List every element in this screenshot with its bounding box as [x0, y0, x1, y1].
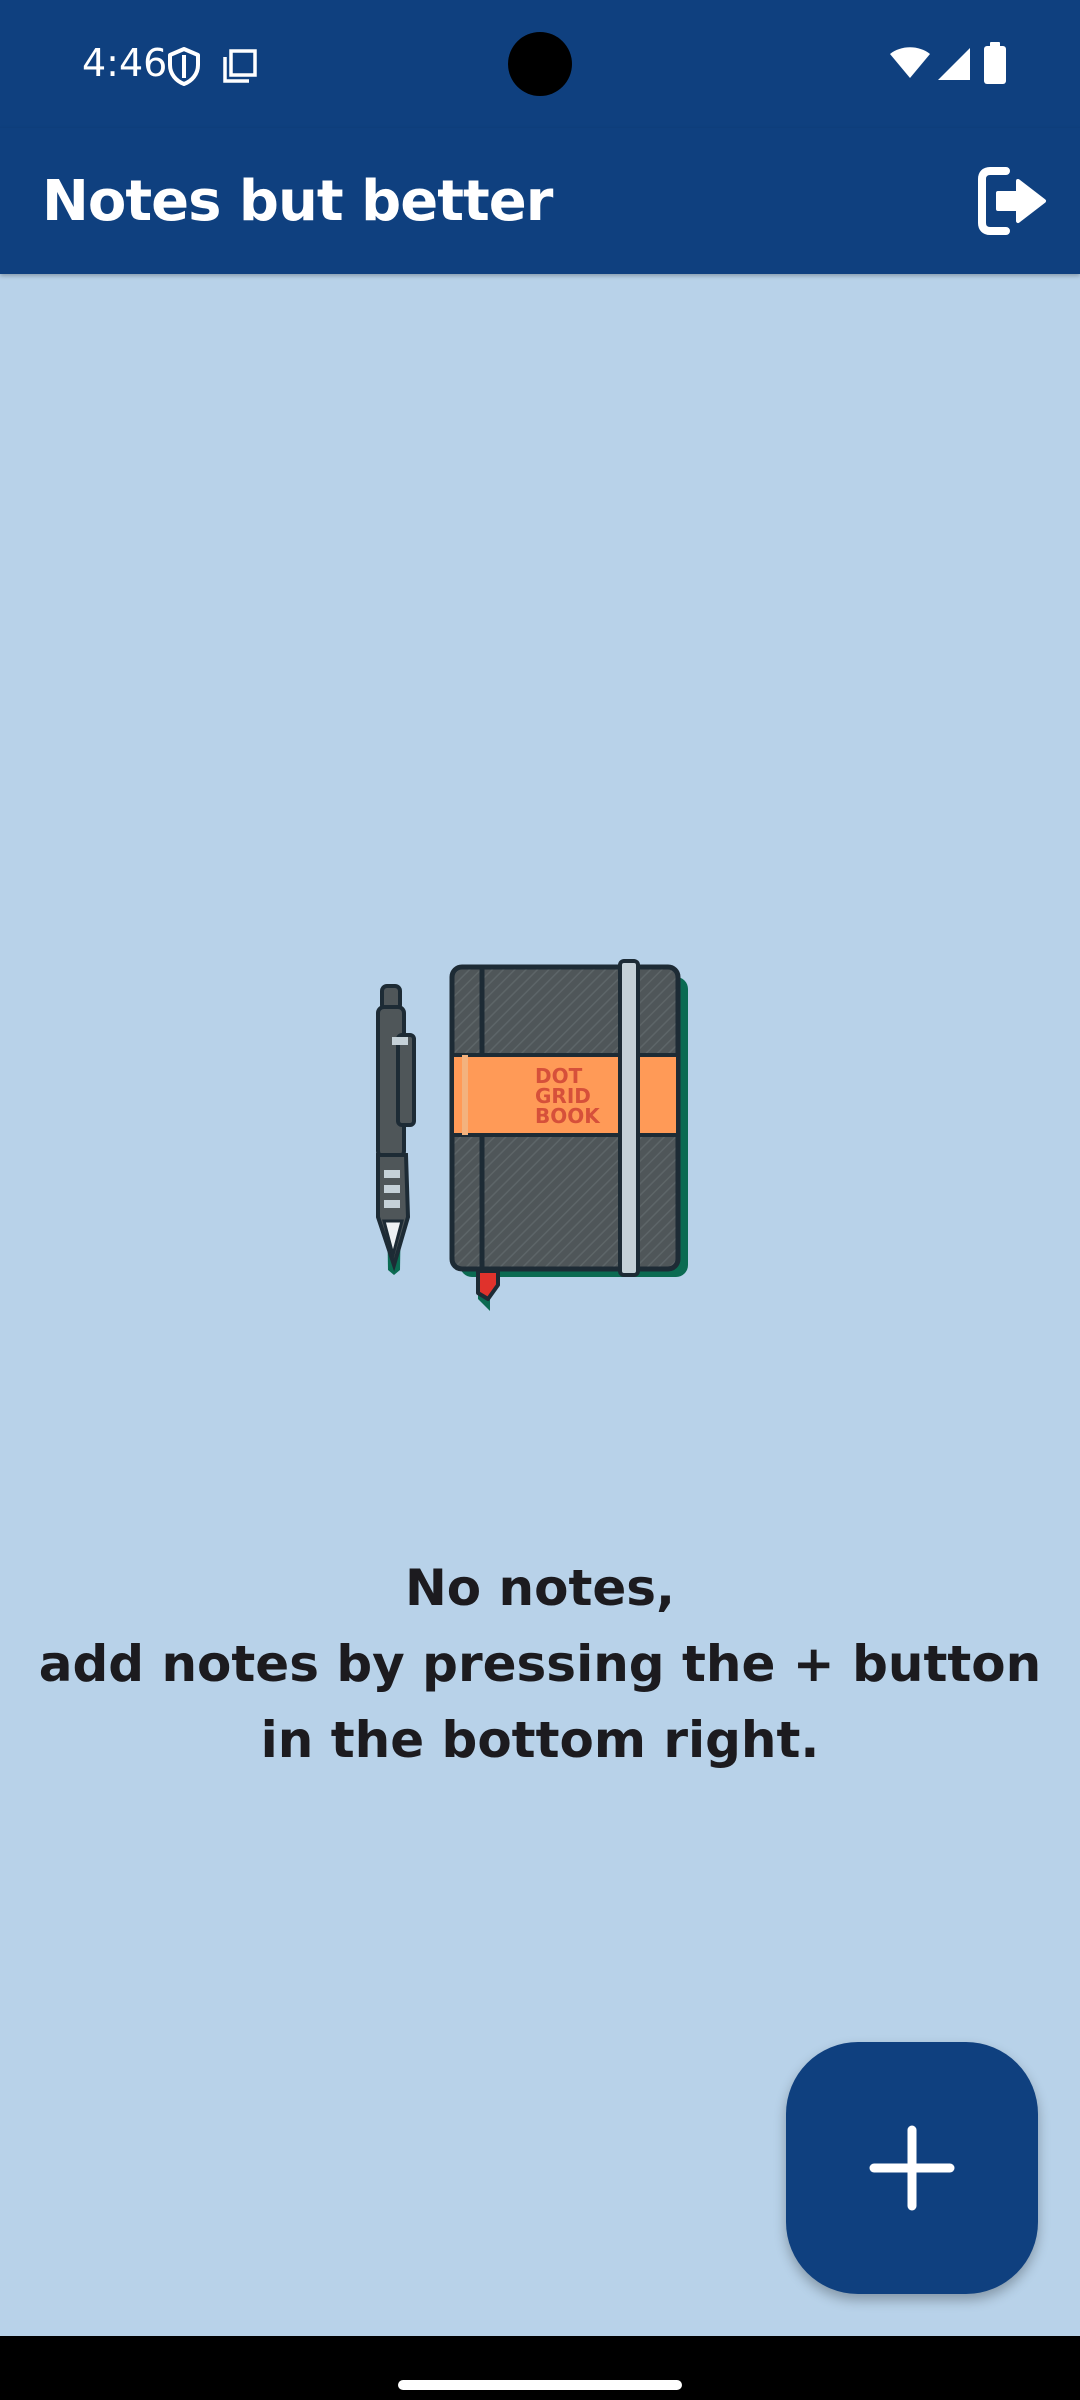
- camera-cutout: [508, 32, 572, 96]
- wifi-icon: [890, 47, 930, 78]
- app-bar: Notes but better: [0, 128, 1080, 274]
- pen-icon: [376, 984, 416, 1275]
- logout-button[interactable]: [972, 161, 1052, 241]
- empty-notebook-illustration: DOT GRID BOOK: [376, 959, 688, 1311]
- empty-message-line-1: No notes,: [404, 1559, 676, 1617]
- logout-icon: [978, 167, 1046, 235]
- empty-state-message: No notes, add notes by pressing the + bu…: [20, 1550, 1060, 1778]
- plus-icon: [869, 2125, 955, 2211]
- battery-icon: [984, 42, 1006, 84]
- status-bar: 4:46: [0, 0, 1080, 128]
- app-title: Notes but better: [42, 169, 553, 234]
- notes-screen: 4:46 Notes but better DOT GRID BOOK No n…: [0, 0, 1080, 2400]
- shield-icon: [168, 47, 200, 86]
- system-navigation-bar: [0, 2336, 1080, 2400]
- empty-message-line-3: in the bottom right.: [260, 1711, 820, 1769]
- signal-icon: [938, 48, 970, 80]
- empty-message-line-2: add notes by pressing the + button: [38, 1635, 1042, 1693]
- status-time: 4:46: [82, 41, 168, 85]
- home-gesture-handle[interactable]: [398, 2380, 682, 2390]
- notebook-icon: DOT GRID BOOK: [449, 959, 688, 1311]
- book-label-line-3: BOOK: [535, 1104, 601, 1128]
- copy-icon: [223, 49, 257, 83]
- add-note-button[interactable]: [786, 2042, 1038, 2294]
